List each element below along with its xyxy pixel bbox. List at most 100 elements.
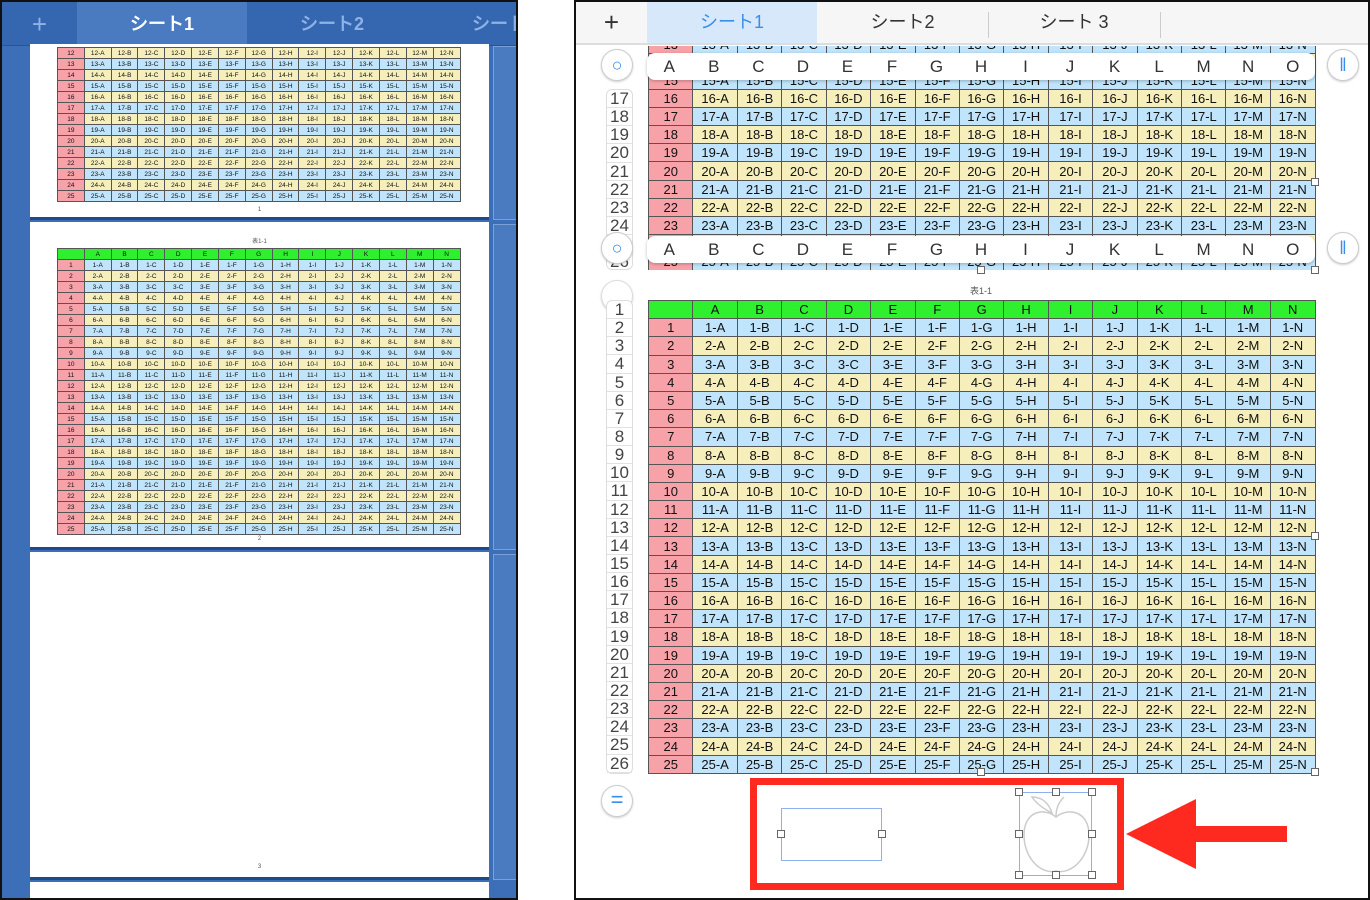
table-cell[interactable]: 25-I — [1047, 754, 1094, 774]
table-cell[interactable]: 10-L — [1181, 481, 1227, 502]
table-cell[interactable]: 23-C — [781, 718, 827, 738]
table-cell[interactable]: 24-L — [378, 179, 407, 191]
table-cell[interactable]: 14-F — [914, 554, 960, 574]
table-cell[interactable]: 14-K — [352, 402, 380, 414]
table-cell[interactable]: 19-D — [164, 124, 193, 136]
table-cell[interactable]: 17-E — [870, 107, 916, 127]
table-cell[interactable]: 15-D — [164, 413, 193, 425]
table-cell[interactable]: 5-K — [1136, 390, 1183, 411]
table-cell[interactable]: 14-M — [1225, 554, 1271, 574]
table-cell[interactable]: 16-B — [110, 424, 139, 436]
table-cell[interactable]: 14-I — [1047, 554, 1094, 574]
table-cell[interactable]: 14-A — [692, 554, 738, 574]
table-cell[interactable]: 23-C — [137, 501, 166, 513]
table-cell[interactable]: 4-A — [692, 372, 738, 392]
table-cell[interactable]: 22-B — [110, 490, 139, 502]
table-cell[interactable]: 20-B — [736, 161, 783, 181]
table-cell[interactable]: 19-L — [1181, 143, 1227, 163]
table-cell[interactable]: 13-E — [191, 391, 219, 403]
table-cell[interactable]: 13-E — [191, 58, 219, 70]
table-cell[interactable]: 18-I — [298, 113, 327, 125]
table-cell[interactable]: 13-F — [217, 58, 246, 70]
table-cell[interactable]: 19-E — [191, 457, 219, 469]
table-cell[interactable]: 24-K — [1136, 736, 1183, 756]
table-cell[interactable]: 11-L — [378, 369, 407, 381]
table-cell[interactable]: 18-J — [325, 113, 354, 125]
table-cell[interactable]: 25-K — [1136, 754, 1183, 774]
table-cell[interactable]: 18-M — [1225, 627, 1271, 647]
table-cell[interactable]: 12-I — [1047, 518, 1094, 538]
table-cell[interactable]: 23-J — [1092, 215, 1138, 236]
table-cell[interactable]: 8-K — [352, 336, 380, 348]
table-cell[interactable]: 23-D — [825, 215, 872, 236]
table-cell[interactable]: 23-L — [1181, 718, 1227, 738]
table-cell[interactable]: 3-I — [298, 281, 327, 293]
table-cell[interactable]: 20-C — [137, 468, 166, 480]
table-cell[interactable]: 17-C — [781, 609, 827, 629]
table-cell[interactable]: 25-C — [781, 754, 827, 774]
row-number[interactable]: 25 — [607, 736, 632, 755]
table-cell[interactable]: 19-E — [870, 143, 916, 163]
table-cell[interactable]: 12-C — [781, 518, 827, 538]
row-number[interactable]: 1 — [607, 300, 632, 320]
table-cell[interactable]: 15-M — [405, 413, 434, 425]
table-cell[interactable]: 19-B — [736, 645, 783, 665]
table-cell[interactable]: 19-I — [298, 457, 327, 469]
table-cell[interactable]: 21-K — [352, 479, 380, 491]
table-cell[interactable]: 18-G — [958, 125, 1005, 145]
row-label[interactable]: 21 — [57, 146, 85, 158]
table-cell[interactable]: 12-L — [1181, 518, 1227, 538]
row-number[interactable]: 13 — [607, 518, 632, 537]
table-cell[interactable]: 1-J — [325, 259, 354, 271]
table-cell[interactable]: 15-G — [244, 80, 273, 92]
table-cell[interactable]: 20-K — [352, 468, 380, 480]
table-cell[interactable]: 4-M — [1225, 372, 1271, 392]
table-cell[interactable]: 19-M — [405, 124, 434, 136]
table-cell[interactable]: 24-H — [271, 512, 300, 524]
table-cell[interactable]: 6-D — [164, 314, 193, 326]
table-cell[interactable]: 3-M — [1225, 354, 1271, 374]
table-cell[interactable]: 20-E — [191, 468, 219, 480]
table-cell[interactable]: 16-K — [1136, 88, 1183, 109]
row-label[interactable]: 15 — [57, 413, 85, 425]
row-label[interactable]: 19 — [57, 124, 85, 136]
table-cell[interactable]: 15-M — [405, 80, 434, 92]
table-cell[interactable]: 17-A — [692, 609, 738, 629]
table-cell[interactable]: 3-E — [870, 354, 916, 374]
table-cell[interactable]: 21-M — [405, 479, 434, 491]
table-cell[interactable]: 16-A — [83, 424, 112, 436]
table-cell[interactable]: 21-H — [271, 146, 300, 158]
table-cell[interactable]: 14-L — [378, 69, 407, 81]
table-cell[interactable]: 21-B — [110, 146, 139, 158]
table-cell[interactable]: 15-F — [217, 80, 246, 92]
table-cell[interactable]: 23-L — [378, 168, 407, 180]
table-cell[interactable]: 25-B — [110, 523, 139, 535]
table-cell[interactable]: 10-N — [1269, 481, 1316, 502]
row-label[interactable]: 17 — [647, 107, 694, 127]
table-cell[interactable]: 19-G — [244, 124, 273, 136]
table-cell[interactable]: 4-E — [870, 372, 916, 392]
table-cell[interactable]: 17-J — [325, 102, 354, 114]
table-cell[interactable]: 19-N — [1269, 143, 1316, 163]
table-cell[interactable]: 19-K — [1136, 645, 1183, 665]
column-header[interactable]: C — [781, 299, 827, 320]
table-cell[interactable]: 20-G — [958, 161, 1005, 181]
table-cell[interactable]: 11-E — [870, 500, 916, 520]
table-cell[interactable]: 18-A — [83, 446, 112, 458]
table-cell[interactable]: 12-M — [1225, 518, 1271, 538]
table-cell[interactable]: 25-M — [405, 190, 434, 202]
table-cell[interactable]: 22-M — [1225, 197, 1271, 217]
table-cell[interactable]: 14-B — [110, 69, 139, 81]
table-cell[interactable]: 17-H — [271, 435, 300, 447]
table-cell[interactable]: 8-F — [914, 445, 960, 465]
table-cell[interactable]: 6-K — [1136, 409, 1183, 429]
table-cell[interactable]: 8-K — [1136, 445, 1183, 465]
table-cell[interactable]: 12-K — [352, 380, 380, 392]
table-cell[interactable]: 17-K — [352, 435, 380, 447]
table-cell[interactable]: 4-F — [914, 372, 960, 392]
table-cell[interactable]: 23-H — [1003, 718, 1049, 738]
table-cell[interactable]: 23-J — [325, 501, 354, 513]
table-cell[interactable]: 13-N — [1269, 536, 1316, 556]
table-cell[interactable]: 13-I — [298, 391, 327, 403]
table-cell[interactable]: 12-L — [378, 380, 407, 392]
